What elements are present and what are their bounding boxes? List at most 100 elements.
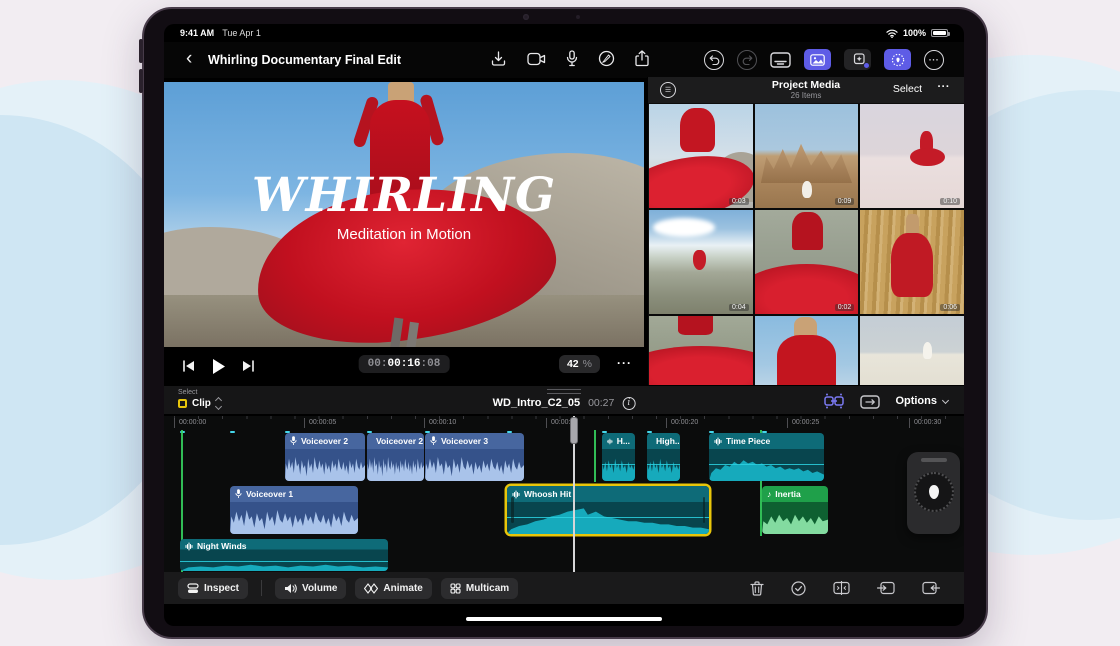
timecode-hours: 00: bbox=[368, 358, 388, 370]
import-button[interactable] bbox=[490, 50, 507, 67]
enable-clip-button[interactable] bbox=[791, 581, 806, 596]
undo-button[interactable] bbox=[704, 50, 724, 70]
transport-bar: 00:00:16:08 42% ··· bbox=[164, 347, 644, 385]
trash-button[interactable] bbox=[750, 581, 764, 596]
media-thumbnail[interactable]: 0:04 bbox=[649, 210, 753, 314]
playhead-handle[interactable] bbox=[570, 417, 579, 444]
zoom-unit: % bbox=[583, 358, 592, 370]
media-thumbnail[interactable]: 0:09 bbox=[755, 104, 859, 208]
multicam-button[interactable]: Multicam bbox=[441, 578, 518, 599]
timeline-clip-voiceover-3[interactable]: Voiceover 3 bbox=[425, 433, 524, 481]
trim-handle-right[interactable] bbox=[703, 497, 706, 524]
timeline-clip-night-winds[interactable]: Night Winds bbox=[180, 539, 388, 571]
status-left: 9:41 AM Tue Apr 1 bbox=[180, 28, 269, 38]
camera-button[interactable] bbox=[527, 52, 546, 66]
timeline-clip-high[interactable]: High... bbox=[647, 433, 680, 481]
wifi-icon bbox=[886, 29, 898, 38]
home-indicator[interactable] bbox=[466, 617, 662, 622]
media-thumbnail[interactable] bbox=[860, 316, 964, 385]
volume-down-button bbox=[139, 69, 143, 93]
playhead[interactable] bbox=[573, 416, 575, 572]
media-thumbnail[interactable]: 0:06 bbox=[860, 210, 964, 314]
clip-duration-badge: 0:10 bbox=[940, 198, 960, 205]
title-card-text: WHIRLING bbox=[164, 168, 644, 223]
volume-label: Volume bbox=[302, 583, 337, 594]
timecode-frames: :08 bbox=[421, 358, 441, 370]
app-toolbar: ‹ Whirling Documentary Final Edit bbox=[164, 42, 964, 78]
volume-up-button bbox=[139, 39, 143, 63]
viewer-preview[interactable]: WHIRLING Meditation in Motion bbox=[164, 82, 644, 347]
media-thumbnail[interactable]: 0:10 bbox=[860, 104, 964, 208]
insert-clip-button[interactable] bbox=[877, 581, 895, 595]
skip-back-button[interactable] bbox=[182, 360, 195, 372]
pencil-tools-button[interactable] bbox=[598, 50, 615, 67]
music-note-icon: ♪ bbox=[767, 489, 771, 499]
skip-forward-button[interactable] bbox=[242, 360, 255, 372]
edit-action-icons bbox=[750, 581, 950, 596]
connect-clip-button[interactable] bbox=[823, 393, 845, 409]
play-button[interactable] bbox=[212, 359, 225, 374]
timeline-clip-whoosh-hit[interactable]: Whoosh Hit bbox=[507, 486, 709, 534]
status-date: Tue Apr 1 bbox=[222, 28, 261, 38]
timeline-clip-voiceover-1[interactable]: Voiceover 1 bbox=[230, 486, 358, 534]
split-clip-button[interactable] bbox=[833, 581, 850, 595]
viewer-more-button[interactable]: ··· bbox=[617, 356, 632, 370]
jog-wheel-button[interactable] bbox=[884, 49, 911, 70]
media-header: ☰ Project Media 26 Items Select ··· bbox=[648, 77, 964, 103]
status-right: 100% bbox=[886, 28, 948, 38]
timeline-toolbar: Select Clip WD_Intro_C2_05 00:27 i Optio… bbox=[164, 385, 964, 415]
titles-button[interactable] bbox=[770, 52, 791, 68]
select-caption: Select bbox=[178, 389, 197, 396]
jog-wheel[interactable] bbox=[907, 452, 960, 534]
page: 9:41 AM Tue Apr 1 100% ‹ Whirling Documen… bbox=[0, 0, 1120, 646]
media-more-button[interactable]: ··· bbox=[938, 81, 951, 93]
options-label: Options bbox=[895, 395, 937, 407]
clip-type-selector[interactable]: Clip bbox=[178, 398, 221, 409]
viewer: WHIRLING Meditation in Motion 00:00:16:0… bbox=[164, 78, 646, 385]
timeline-clip-inertia[interactable]: ♪Inertia bbox=[762, 486, 828, 534]
ipad-screen: 9:41 AM Tue Apr 1 100% ‹ Whirling Documen… bbox=[164, 24, 964, 626]
overwrite-clip-button[interactable] bbox=[860, 394, 880, 409]
timeline-clip-voiceover-2b[interactable]: Voiceover 2 bbox=[367, 433, 424, 481]
share-button[interactable] bbox=[635, 50, 649, 67]
selected-clip-name: WD_Intro_C2_05 bbox=[493, 397, 580, 409]
jog-drag-handle[interactable] bbox=[921, 458, 947, 462]
clip-duration-badge: 0:03 bbox=[729, 198, 749, 205]
media-thumbnail[interactable]: 0:03 bbox=[649, 104, 753, 208]
timecode-display: 00:00:16:08 bbox=[359, 355, 450, 373]
multicam-label: Multicam bbox=[466, 583, 509, 594]
animate-button[interactable]: Animate bbox=[355, 578, 431, 599]
extract-clip-button[interactable] bbox=[922, 581, 940, 595]
inspect-button[interactable]: Inspect bbox=[178, 578, 248, 599]
ruler-label: 00:00:25 bbox=[787, 418, 819, 428]
volume-button[interactable]: Volume bbox=[275, 578, 346, 599]
back-button[interactable]: ‹ bbox=[186, 47, 192, 71]
effects-button[interactable] bbox=[844, 49, 871, 70]
inspect-label: Inspect bbox=[204, 583, 239, 594]
timeline-clip-voiceover-2[interactable]: Voiceover 2 bbox=[285, 433, 365, 481]
select-button[interactable]: Select bbox=[893, 83, 922, 95]
chevron-updown-icon bbox=[216, 398, 221, 409]
options-button[interactable]: Options bbox=[895, 395, 948, 407]
media-thumbnail[interactable] bbox=[649, 316, 753, 385]
more-button[interactable]: ··· bbox=[924, 50, 944, 70]
media-browser-button[interactable] bbox=[804, 49, 831, 70]
media-panel: ☰ Project Media 26 Items Select ··· 0:03… bbox=[647, 77, 964, 385]
jog-dial[interactable] bbox=[914, 472, 954, 512]
info-button[interactable]: i bbox=[622, 397, 635, 410]
timeline-clip-time-piece[interactable]: Time Piece bbox=[709, 433, 824, 481]
media-thumbnail[interactable]: 0:02 bbox=[755, 210, 859, 314]
clip-duration-badge: 0:09 bbox=[835, 198, 855, 205]
timeline-clip-h[interactable]: H... bbox=[602, 433, 635, 481]
trim-handle-left[interactable] bbox=[511, 497, 514, 524]
status-time: 9:41 AM bbox=[180, 28, 214, 38]
front-camera bbox=[523, 14, 529, 20]
zoom-level[interactable]: 42% bbox=[559, 355, 600, 373]
capture-tools bbox=[490, 50, 649, 67]
effects-badge bbox=[864, 63, 869, 68]
timeline[interactable]: 00:00:00 00:00:05 00:00:10 00:00:15 00:0… bbox=[164, 416, 964, 572]
microphone-button[interactable] bbox=[566, 50, 578, 67]
redo-button[interactable] bbox=[737, 50, 757, 70]
media-thumbnail[interactable] bbox=[755, 316, 859, 385]
battery-percent: 100% bbox=[903, 28, 926, 38]
